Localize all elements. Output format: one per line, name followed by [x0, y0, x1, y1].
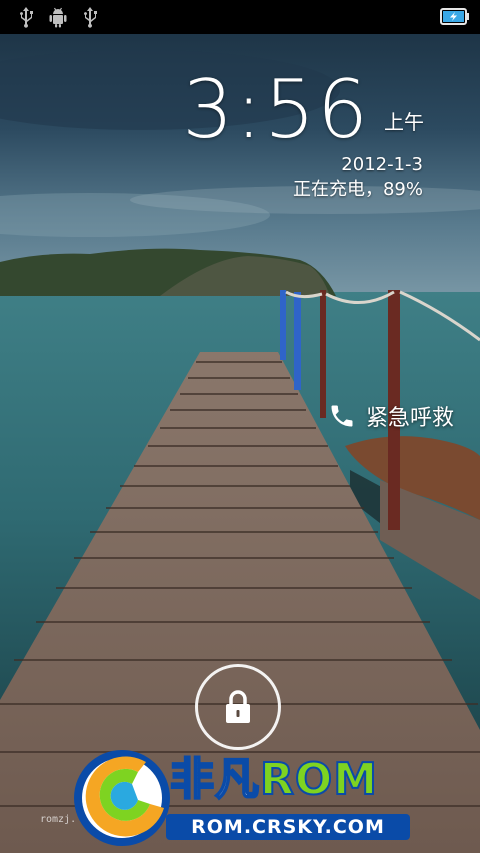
lock-screen: 3:56 上午 2012-1-3 正在充电，89% 紧急呼救 非凡ROM ROM… — [0, 0, 480, 853]
date-text: 2012-1-3 — [341, 154, 423, 175]
emergency-call-label: 紧急呼救 — [365, 406, 454, 431]
charging-status: 正在充电，89% — [292, 179, 423, 200]
battery-charging-icon — [440, 8, 470, 25]
emergency-call-button[interactable]: 紧急呼救 — [328, 398, 454, 434]
crsky-logo-icon — [74, 750, 170, 846]
status-bar — [0, 0, 480, 34]
android-debug-icon — [46, 5, 70, 29]
watermark-url: ROM.CRSKY.COM — [166, 814, 410, 840]
lock-icon — [226, 690, 250, 723]
watermark-brand-b: ROM — [259, 753, 379, 806]
usb-icon — [14, 5, 38, 29]
watermark-logo: 非凡ROM ROM.CRSKY.COM — [68, 742, 418, 850]
clock-ampm: 上午 — [384, 110, 424, 134]
watermark-brand: 非凡ROM — [169, 753, 379, 806]
clock-time: 3:56 — [182, 63, 370, 156]
unlock-handle[interactable] — [195, 664, 281, 750]
watermark-small-text: romzj. — [40, 814, 77, 825]
watermark-brand-a: 非凡 — [169, 753, 260, 806]
phone-icon — [328, 402, 356, 430]
usb-icon — [78, 5, 102, 29]
